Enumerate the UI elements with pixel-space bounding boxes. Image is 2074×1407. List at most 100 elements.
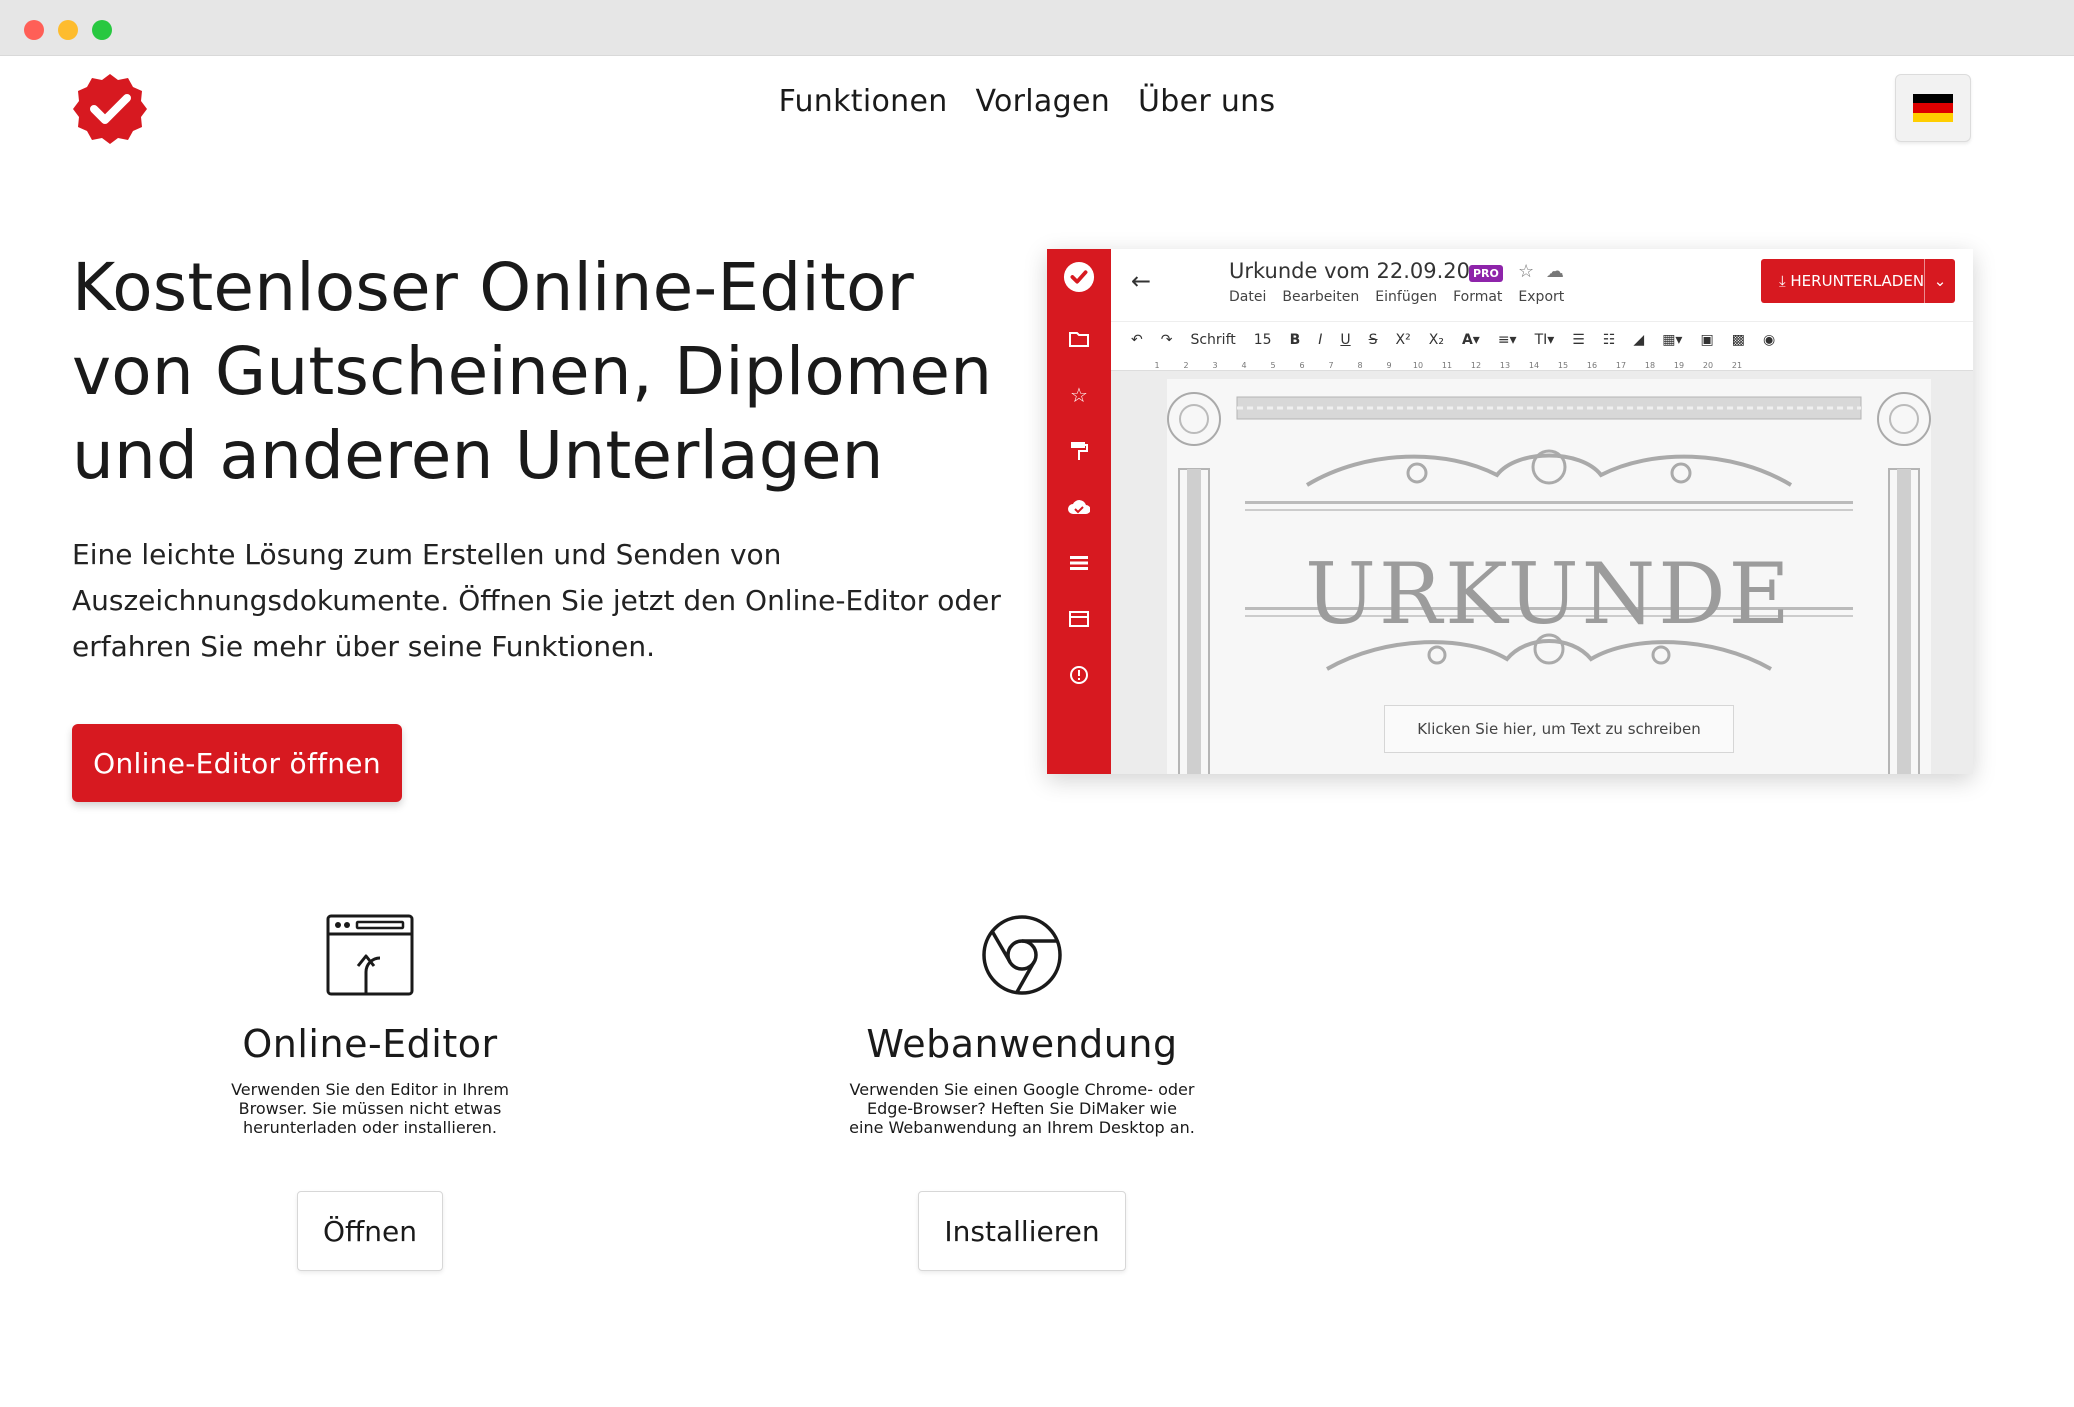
preview-menu-item: Export — [1518, 289, 1565, 305]
open-editor-button[interactable]: Online-Editor öffnen — [72, 724, 402, 802]
hero-description-line: erfahren Sie mehr über seine Funktionen. — [72, 630, 656, 663]
ruler-mark: 5 — [1270, 361, 1275, 370]
certificate-page: URKUNDE Klicken Sie hier, um Text zu sch… — [1167, 379, 1931, 774]
nav-item-ueber-uns[interactable]: Über uns — [1138, 84, 1275, 119]
feature-description-line: herunterladen oder installieren. — [243, 1118, 497, 1137]
ruler-mark: 14 — [1529, 361, 1539, 370]
folder-icon — [1063, 323, 1095, 355]
hero-description-line: Auszeichnungsdokumente. Öffnen Sie jetzt… — [72, 584, 1001, 617]
ruler-mark: 8 — [1357, 361, 1362, 370]
ruler-mark: 17 — [1616, 361, 1626, 370]
preview-menu-item: Format — [1453, 289, 1503, 305]
browser-upload-icon — [325, 910, 415, 1000]
numbered-list-icon: ☷ — [1602, 331, 1616, 348]
editor-preview-image: ☆ ← Urkunde vom 22.09.20 PRO ☆ ☁ Datei B… — [1047, 249, 1973, 774]
hero-description: Eine leichte Lösung zum Erstellen und Se… — [72, 532, 1032, 670]
preview-menu-bar: Datei Bearbeiten Einfügen Format Export — [1229, 289, 1564, 305]
nav-item-funktionen[interactable]: Funktionen — [779, 84, 948, 119]
preview-menu-item: Einfügen — [1375, 289, 1438, 305]
ruler-mark: 1 — [1154, 361, 1159, 370]
download-icon: ⤓ — [1779, 272, 1791, 290]
hero-title-line: Kostenloser Online-Editor — [72, 249, 914, 326]
image-icon: ▣ — [1700, 331, 1714, 348]
feature-description-line: Verwenden Sie den Editor in Ihrem — [231, 1080, 509, 1099]
preview-menu-item: Bearbeiten — [1282, 289, 1360, 305]
record-icon: ◉ — [1762, 331, 1776, 348]
undo-icon: ↶ — [1131, 331, 1143, 348]
chevron-down-icon: ⌄ — [1924, 259, 1955, 303]
redo-icon: ↷ — [1160, 331, 1173, 348]
preview-ruler: 1 2 3 4 5 6 7 8 9 10 11 12 13 14 15 16 17 18 19 20 21 — [1111, 357, 1973, 371]
ruler-mark: 21 — [1732, 361, 1742, 370]
ruler-mark: 16 — [1587, 361, 1597, 370]
align-icon: ≡▾ — [1497, 331, 1517, 348]
font-family-label: Schrift — [1190, 331, 1236, 348]
feature-title: Webanwendung — [866, 1022, 1178, 1066]
strikethrough-icon: S — [1368, 331, 1378, 348]
hero-title-line: und anderen Unterlagen — [72, 417, 884, 494]
window-titlebar — [0, 0, 2074, 56]
ruler-mark: 7 — [1328, 361, 1333, 370]
hero-title: Kostenloser Online-Editor von Gutscheine… — [72, 246, 1012, 498]
main-nav: Funktionen Vorlagen Über uns — [0, 84, 2074, 119]
ruler-mark: 19 — [1674, 361, 1684, 370]
paint-roller-icon — [1063, 435, 1095, 467]
certificate-text-placeholder: Klicken Sie hier, um Text zu schreiben — [1384, 705, 1734, 753]
arrow-left-icon: ← — [1131, 267, 1152, 295]
star-outline-icon: ☆ — [1518, 261, 1535, 282]
underline-icon: U — [1340, 331, 1351, 348]
preview-download-button: ⤓ HERUNTERLADEN ⌄ — [1761, 259, 1955, 303]
preview-document-title: Urkunde vom 22.09.20 — [1229, 259, 1470, 283]
nav-item-vorlagen[interactable]: Vorlagen — [976, 84, 1111, 119]
minimize-window-button[interactable] — [58, 20, 78, 40]
preview-header: ← Urkunde vom 22.09.20 PRO ☆ ☁ Datei Bea… — [1111, 249, 1973, 321]
hero-description-line: Eine leichte Lösung zum Erstellen und Se… — [72, 538, 782, 571]
ruler-mark: 4 — [1241, 361, 1246, 370]
feature-description-line: eine Webanwendung an Ihrem Desktop an. — [849, 1118, 1195, 1137]
ruler-mark: 3 — [1212, 361, 1217, 370]
cloud-icon — [1063, 491, 1095, 523]
ruler-mark: 20 — [1703, 361, 1713, 370]
ruler-mark: 11 — [1442, 361, 1452, 370]
close-window-button[interactable] — [24, 20, 44, 40]
preview-menu-item: Datei — [1229, 289, 1267, 305]
superscript-icon: X² — [1395, 331, 1411, 348]
feature-description-line: Browser. Sie müssen nicht etwas — [238, 1099, 502, 1118]
pro-badge: PRO — [1469, 265, 1503, 282]
star-icon: ☆ — [1070, 383, 1088, 407]
ruler-mark: 18 — [1645, 361, 1655, 370]
subscript-icon: X₂ — [1428, 331, 1444, 348]
ruler-mark: 12 — [1471, 361, 1481, 370]
ruler-mark: 10 — [1413, 361, 1423, 370]
feature-web-app: Webanwendung Verwenden Sie einen Google … — [702, 910, 1342, 1271]
german-flag-icon — [1913, 94, 1953, 122]
preview-canvas: URKUNDE Klicken Sie hier, um Text zu sch… — [1111, 371, 1973, 774]
italic-icon: I — [1318, 331, 1323, 348]
ruler-mark: 2 — [1183, 361, 1188, 370]
bullet-list-icon: ☰ — [1572, 331, 1585, 348]
info-icon — [1063, 659, 1095, 691]
cloud-outline-icon: ☁ — [1546, 261, 1564, 282]
feature-description-line: Edge-Browser? Heften Sie DiMaker wie — [867, 1099, 1177, 1118]
ruler-mark: 9 — [1386, 361, 1391, 370]
list-icon — [1063, 547, 1095, 579]
layout-icon — [1063, 603, 1095, 635]
hero-title-line: von Gutscheinen, Diplomen — [72, 333, 993, 410]
font-size-value: 15 — [1253, 331, 1272, 348]
text-color-icon: A▾ — [1461, 331, 1480, 348]
preview-sidebar: ☆ — [1047, 249, 1111, 774]
ruler-mark: 15 — [1558, 361, 1568, 370]
maximize-window-button[interactable] — [92, 20, 112, 40]
table-icon: ▦▾ — [1662, 331, 1683, 348]
bold-icon: B — [1289, 331, 1301, 348]
feature-title: Online-Editor — [242, 1022, 498, 1066]
qr-code-icon: ▩ — [1731, 331, 1745, 348]
chrome-icon — [977, 910, 1067, 1000]
language-switch-button[interactable] — [1895, 74, 1971, 142]
open-button[interactable]: Öffnen — [296, 1191, 444, 1271]
certificate-heading: URKUNDE — [1305, 545, 1793, 643]
install-button[interactable]: Installieren — [918, 1191, 1126, 1271]
feature-online-editor: Online-Editor Verwenden Sie den Editor i… — [100, 910, 640, 1271]
preview-toolbar: ↶ ↷ Schrift 15 B I U S X² X₂ A▾ ≡▾ TI▾ ☰… — [1111, 321, 1973, 357]
feature-description-line: Verwenden Sie einen Google Chrome- oder — [849, 1080, 1195, 1099]
